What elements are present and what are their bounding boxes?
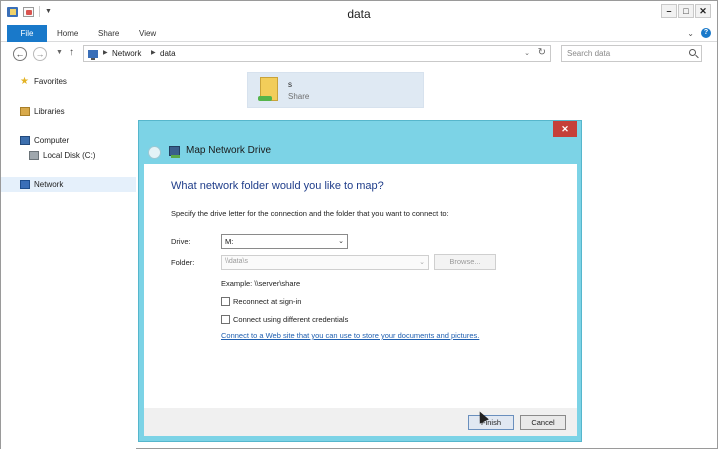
- share-badge-icon: [258, 96, 272, 101]
- sidebar-item-libraries[interactable]: Libraries: [1, 104, 136, 119]
- computer-icon: [20, 136, 30, 145]
- browse-button[interactable]: Browse...: [434, 254, 496, 270]
- tab-share[interactable]: Share: [98, 25, 119, 42]
- network-icon: [88, 50, 98, 60]
- credentials-label[interactable]: Connect using different credentials: [233, 315, 348, 324]
- back-arrow-icon[interactable]: [148, 146, 161, 159]
- chevron-down-icon: ⌄: [338, 238, 344, 245]
- dialog-close-button[interactable]: ✕: [553, 121, 577, 137]
- dialog-footer: Finish Cancel: [144, 408, 577, 436]
- customize-toolbar-icon[interactable]: ▼: [45, 8, 52, 15]
- cancel-button[interactable]: Cancel: [520, 415, 566, 430]
- title-bar: ▼ data – □ ✕: [1, 1, 717, 25]
- dialog-body: What network folder would you like to ma…: [144, 164, 577, 408]
- address-dropdown-icon[interactable]: ⌄: [524, 49, 530, 57]
- explorer-window: ▼ data – □ ✕ File Home Share View ⌄ ? ← …: [0, 0, 718, 450]
- sidebar-item-network[interactable]: Network: [1, 177, 136, 192]
- tab-home[interactable]: Home: [57, 25, 78, 42]
- properties-icon[interactable]: [7, 6, 18, 17]
- folder-input[interactable]: \\data\s ⌄: [221, 255, 429, 270]
- search-input[interactable]: Search data: [561, 45, 702, 62]
- star-icon: ★: [20, 76, 29, 87]
- search-placeholder: Search data: [567, 49, 611, 58]
- dialog-instruction: Specify the drive letter for the connect…: [171, 209, 449, 218]
- sidebar-item-label: Favorites: [34, 77, 67, 86]
- folder-value: \\data\s: [225, 258, 248, 265]
- sidebar-item-label: Libraries: [34, 107, 65, 116]
- undo-icon[interactable]: [23, 6, 34, 17]
- sidebar-item-label: Local Disk (C:): [43, 151, 96, 160]
- minimize-button[interactable]: –: [661, 4, 677, 18]
- sidebar-item-local-disk[interactable]: Local Disk (C:): [1, 148, 136, 163]
- finish-button[interactable]: Finish: [468, 415, 514, 430]
- sidebar-item-favorites[interactable]: ★ Favorites: [1, 74, 136, 89]
- reconnect-checkbox[interactable]: [221, 297, 230, 306]
- share-type: Share: [288, 92, 310, 101]
- breadcrumb-data[interactable]: data: [160, 49, 176, 58]
- map-drive-icon: [169, 146, 180, 158]
- drive-value: M:: [225, 237, 234, 246]
- share-item[interactable]: s Share: [247, 72, 424, 108]
- web-site-link[interactable]: Connect to a Web site that you can use t…: [221, 331, 479, 340]
- sidebar-item-label: Network: [34, 180, 64, 189]
- ribbon-tabs: File Home Share View ⌄ ?: [1, 25, 717, 42]
- forward-button[interactable]: →: [33, 47, 47, 61]
- tab-view[interactable]: View: [139, 25, 156, 42]
- sidebar-item-computer[interactable]: Computer: [1, 133, 136, 148]
- window-controls: – □ ✕: [661, 4, 711, 18]
- navigation-pane: ★ Favorites Libraries Computer Local Dis…: [1, 66, 136, 450]
- dialog-heading: What network folder would you like to ma…: [171, 180, 384, 192]
- network-icon: [20, 180, 30, 189]
- window-title: data: [347, 7, 371, 21]
- credentials-checkbox[interactable]: [221, 315, 230, 324]
- search-icon[interactable]: [689, 49, 696, 56]
- drive-label: Drive:: [171, 237, 191, 246]
- breadcrumb-separator: ▶: [151, 50, 156, 56]
- maximize-button[interactable]: □: [678, 4, 694, 18]
- toolbar-divider: [39, 6, 40, 17]
- folder-example: Example: \\server\share: [221, 279, 301, 288]
- expand-ribbon-icon[interactable]: ⌄: [687, 29, 694, 38]
- reconnect-label[interactable]: Reconnect at sign-in: [233, 297, 301, 306]
- disk-icon: [29, 151, 39, 160]
- close-window-button[interactable]: ✕: [695, 4, 711, 18]
- map-network-drive-dialog: ✕ Map Network Drive What network folder …: [138, 120, 582, 442]
- share-name: s: [288, 80, 292, 89]
- chevron-down-icon[interactable]: ⌄: [419, 258, 425, 266]
- refresh-icon[interactable]: ↻: [538, 47, 546, 58]
- help-icon[interactable]: ?: [701, 28, 711, 38]
- dialog-title: Map Network Drive: [186, 145, 272, 156]
- back-button[interactable]: ←: [13, 47, 27, 61]
- drive-select[interactable]: M: ⌄: [221, 234, 348, 249]
- library-icon: [20, 107, 30, 116]
- tab-file[interactable]: File: [7, 25, 47, 42]
- folder-label: Folder:: [171, 258, 195, 267]
- breadcrumb-separator: ▶: [103, 50, 108, 56]
- recent-locations-icon[interactable]: ▼: [56, 49, 63, 56]
- ribbon-right: ⌄ ?: [687, 28, 711, 38]
- breadcrumb-network[interactable]: Network: [112, 49, 141, 58]
- address-bar[interactable]: ▶ Network ▶ data ⌄ ↻: [83, 45, 551, 62]
- sidebar-item-label: Computer: [34, 136, 70, 145]
- up-arrow-icon[interactable]: ↑: [69, 47, 74, 58]
- quick-access-toolbar: ▼: [7, 6, 52, 17]
- navigation-bar: ← → ▼ ↑ ▶ Network ▶ data ⌄ ↻ Search data: [1, 42, 717, 66]
